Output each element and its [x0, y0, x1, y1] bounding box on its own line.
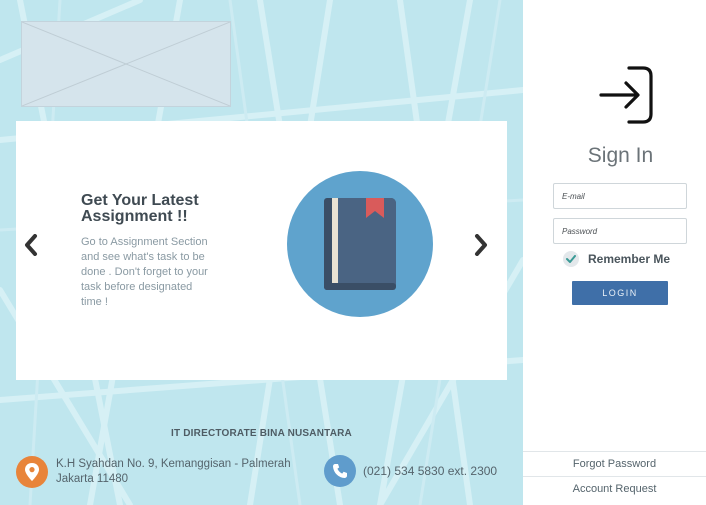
carousel-next-button[interactable] — [471, 233, 491, 257]
checkbox-checked-icon — [563, 251, 579, 267]
chevron-left-icon — [25, 234, 37, 256]
location-pin-icon — [16, 456, 48, 488]
remember-me-checkbox[interactable]: Remember Me — [563, 251, 670, 267]
chevron-right-icon — [475, 234, 487, 256]
slide-description: Go to Assignment Section and see what's … — [81, 236, 208, 308]
slide-title: Get Your Latest Assignment !! — [81, 192, 199, 225]
forgot-password-link[interactable]: Forgot Password — [523, 451, 706, 476]
organization-name: IT DIRECTORATE BINA NUSANTARA — [171, 428, 352, 439]
image-placeholder-icon — [22, 22, 230, 106]
remember-me-label: Remember Me — [588, 252, 671, 266]
signin-panel: Sign In Remember Me LOGIN Forgot Passwor… — [523, 0, 706, 505]
account-request-link[interactable]: Account Request — [523, 476, 706, 501]
address-line-1: K.H Syahdan No. 9, Kemanggisan - Palmera… — [56, 458, 291, 470]
left-panel: Get Your Latest Assignment !! Go to Assi… — [0, 0, 523, 505]
phone-number: (021) 534 5830 ext. 2300 — [363, 464, 498, 478]
address: K.H Syahdan No. 9, Kemanggisan - Palmera… — [56, 457, 316, 487]
carousel-prev-button[interactable] — [21, 233, 41, 257]
login-button[interactable]: LOGIN — [572, 281, 668, 305]
phone-icon — [324, 455, 356, 487]
sign-in-icon — [599, 66, 653, 124]
carousel: Get Your Latest Assignment !! Go to Assi… — [16, 121, 507, 380]
email-field[interactable] — [553, 183, 687, 209]
password-field[interactable] — [553, 218, 687, 244]
book-icon — [324, 198, 396, 290]
signin-title: Sign In — [587, 144, 654, 167]
logo-placeholder — [21, 21, 231, 107]
address-line-2: Jakarta 11480 — [56, 473, 129, 485]
slide-image — [287, 171, 433, 317]
